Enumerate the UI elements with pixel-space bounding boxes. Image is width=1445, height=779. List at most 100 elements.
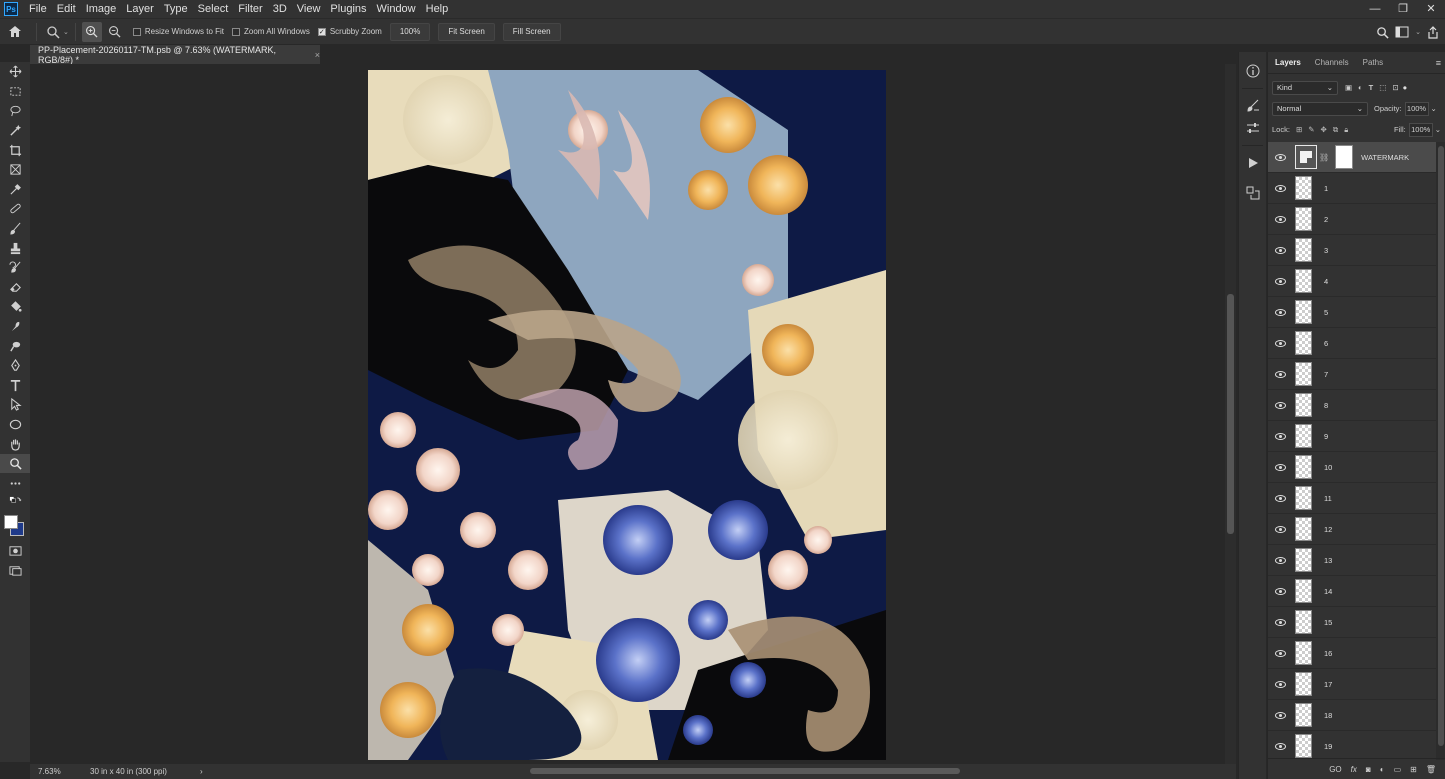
layers-scrollbar[interactable] bbox=[1436, 142, 1445, 760]
lock-transparency-icon[interactable]: ⊞ bbox=[1296, 125, 1302, 134]
layer-name[interactable]: 9 bbox=[1324, 432, 1328, 441]
resize-windows-checkbox[interactable]: Resize Windows to Fit bbox=[132, 27, 224, 36]
folder-icon[interactable]: ▭ bbox=[1394, 765, 1402, 774]
eye-icon[interactable] bbox=[1268, 246, 1292, 254]
quick-mask-button[interactable] bbox=[0, 541, 30, 561]
minimize-button[interactable]: — bbox=[1361, 0, 1389, 18]
lock-pixels-icon[interactable]: ✎ bbox=[1308, 125, 1314, 134]
menu-image[interactable]: Image bbox=[81, 0, 122, 18]
fill-input[interactable]: 100% bbox=[1408, 122, 1433, 137]
layer-name[interactable]: 16 bbox=[1324, 649, 1332, 658]
close-button[interactable]: ✕ bbox=[1417, 0, 1445, 18]
history-brush-tool[interactable] bbox=[0, 258, 30, 278]
filter-kind-select[interactable]: Kind ⌄ bbox=[1272, 80, 1338, 95]
menu-file[interactable]: File bbox=[24, 0, 52, 18]
layer-thumbnail[interactable] bbox=[1295, 424, 1312, 448]
zoom-level[interactable]: 7.63% bbox=[30, 767, 90, 776]
layer-thumbnail[interactable] bbox=[1295, 207, 1312, 231]
eye-icon[interactable] bbox=[1268, 649, 1292, 657]
scrollbar-thumb[interactable] bbox=[1438, 146, 1444, 746]
layer-row[interactable]: 17 bbox=[1268, 669, 1436, 700]
dodge-tool[interactable] bbox=[0, 336, 30, 356]
smart-object-filter-icon[interactable]: ⊡ bbox=[1392, 83, 1398, 92]
layer-row[interactable]: 5 bbox=[1268, 297, 1436, 328]
fx-button[interactable]: fx bbox=[1351, 765, 1357, 774]
type-tool[interactable] bbox=[0, 376, 30, 396]
layer-name[interactable]: WATERMARK bbox=[1361, 153, 1409, 162]
smudge-tool[interactable] bbox=[0, 317, 30, 337]
layer-thumbnail[interactable] bbox=[1295, 486, 1312, 510]
scrubby-zoom-checkbox[interactable]: ✓ Scrubby Zoom bbox=[317, 27, 382, 36]
eye-icon[interactable] bbox=[1268, 308, 1292, 316]
layer-thumbnail[interactable] bbox=[1295, 517, 1312, 541]
document-tab[interactable]: PP-Placement-20260117-TM.psb @ 7.63% (WA… bbox=[30, 45, 320, 65]
menu-plugins[interactable]: Plugins bbox=[325, 0, 371, 18]
menu-layer[interactable]: Layer bbox=[121, 0, 159, 18]
layer-thumbnail[interactable] bbox=[1295, 362, 1312, 386]
zoom-tool[interactable] bbox=[0, 453, 30, 474]
eye-icon[interactable] bbox=[1268, 742, 1292, 750]
chevron-down-icon[interactable]: ⌄ bbox=[1435, 125, 1441, 134]
screen-mode-button[interactable] bbox=[0, 560, 30, 580]
chevron-down-icon[interactable]: ⌄ bbox=[1431, 104, 1437, 113]
layer-row[interactable]: 7 bbox=[1268, 359, 1436, 390]
adjustment-layer-icon[interactable]: ◐ bbox=[1380, 765, 1385, 774]
layer-mask-thumbnail[interactable] bbox=[1335, 145, 1354, 169]
layer-thumbnail[interactable] bbox=[1295, 579, 1312, 603]
layer-row[interactable]: 13 bbox=[1268, 545, 1436, 576]
menu-type[interactable]: Type bbox=[159, 0, 193, 18]
layer-row[interactable]: 15 bbox=[1268, 607, 1436, 638]
eye-icon[interactable] bbox=[1268, 401, 1292, 409]
adjustments-button[interactable] bbox=[1239, 113, 1267, 143]
lock-all-icon[interactable]: 🔒︎ bbox=[1344, 125, 1348, 135]
menu-window[interactable]: Window bbox=[372, 0, 421, 18]
layer-thumbnail[interactable] bbox=[1295, 641, 1312, 665]
shape-filter-icon[interactable]: ⬚ bbox=[1379, 83, 1386, 92]
layer-name[interactable]: 3 bbox=[1324, 246, 1328, 255]
fit-screen-button[interactable]: Fit Screen bbox=[438, 22, 495, 41]
edit-toolbar-button[interactable] bbox=[0, 473, 30, 493]
lock-artboard-icon[interactable]: ⧉ bbox=[1333, 125, 1338, 135]
move-tool[interactable] bbox=[0, 62, 30, 82]
path-selection-tool[interactable] bbox=[0, 395, 30, 415]
swap-colors[interactable] bbox=[0, 493, 30, 513]
eyedropper-tool[interactable] bbox=[0, 180, 30, 200]
tab-layers[interactable]: Layers bbox=[1268, 52, 1308, 74]
status-menu-arrow[interactable]: › bbox=[200, 767, 203, 776]
eye-icon[interactable] bbox=[1268, 432, 1292, 440]
scrollbar-thumb[interactable] bbox=[1227, 294, 1234, 534]
properties-button[interactable] bbox=[1239, 178, 1267, 208]
layer-name[interactable]: 12 bbox=[1324, 525, 1332, 534]
scrollbar-thumb[interactable] bbox=[530, 768, 960, 774]
eraser-tool[interactable] bbox=[0, 278, 30, 298]
layer-name[interactable]: 11 bbox=[1324, 494, 1332, 503]
tab-channels[interactable]: Channels bbox=[1308, 52, 1356, 74]
zoom-out-button[interactable] bbox=[105, 22, 125, 42]
layer-row[interactable]: 16 bbox=[1268, 638, 1436, 669]
panel-menu-icon[interactable]: ≡ bbox=[1436, 58, 1441, 68]
layer-thumbnail[interactable] bbox=[1295, 393, 1312, 417]
layer-thumbnail[interactable] bbox=[1295, 672, 1312, 696]
restore-button[interactable]: ❐ bbox=[1389, 0, 1417, 18]
layer-name[interactable]: 13 bbox=[1324, 556, 1332, 565]
pen-tool[interactable] bbox=[0, 356, 30, 376]
layer-name[interactable]: 8 bbox=[1324, 401, 1328, 410]
layer-name[interactable]: 14 bbox=[1324, 587, 1332, 596]
layer-row[interactable]: 12 bbox=[1268, 514, 1436, 545]
layer-thumbnail[interactable] bbox=[1295, 176, 1312, 200]
layer-name[interactable]: 2 bbox=[1324, 215, 1328, 224]
eye-icon[interactable] bbox=[1268, 618, 1292, 626]
eye-icon[interactable] bbox=[1268, 711, 1292, 719]
search-icon[interactable] bbox=[1376, 26, 1389, 39]
document-canvas[interactable] bbox=[368, 70, 886, 760]
layer-name[interactable]: 17 bbox=[1324, 680, 1332, 689]
zoom-all-windows-checkbox[interactable]: Zoom All Windows bbox=[232, 27, 310, 36]
layer-row[interactable]: 11 bbox=[1268, 483, 1436, 514]
eye-icon[interactable] bbox=[1268, 680, 1292, 688]
smart-object-thumbnail[interactable] bbox=[1295, 145, 1317, 169]
blend-mode-select[interactable]: Normal ⌄ bbox=[1272, 101, 1368, 116]
trash-icon[interactable]: 🗑︎ bbox=[1426, 765, 1436, 774]
eye-icon[interactable] bbox=[1268, 215, 1292, 223]
menu-select[interactable]: Select bbox=[193, 0, 234, 18]
filter-toggle-icon[interactable]: ● bbox=[1403, 83, 1408, 92]
